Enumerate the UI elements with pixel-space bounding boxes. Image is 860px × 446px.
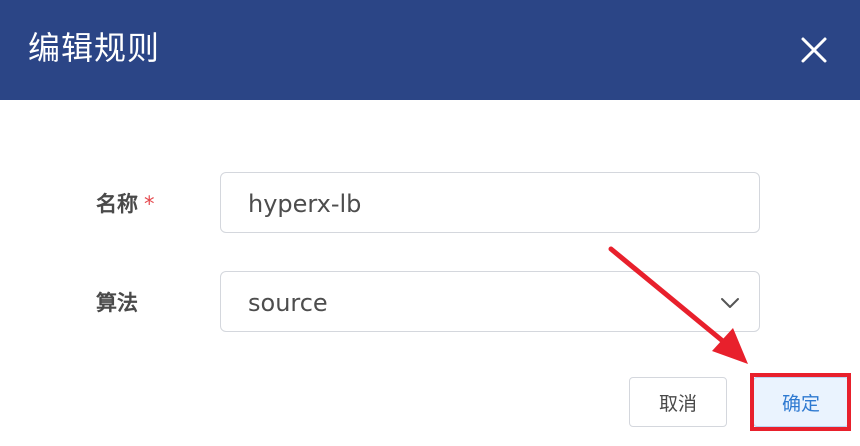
dialog-title: 编辑规则	[28, 29, 161, 67]
algorithm-select-value: source	[248, 289, 328, 317]
confirm-button[interactable]: 确定	[753, 377, 849, 427]
close-button[interactable]	[798, 34, 830, 66]
chevron-down-icon	[721, 298, 739, 308]
name-input[interactable]: hyperx-lb	[220, 172, 760, 233]
dialog-header: 编辑规则	[0, 0, 860, 100]
name-input-value: hyperx-lb	[248, 190, 362, 218]
close-icon	[801, 37, 827, 63]
name-label: 名称 *	[96, 188, 155, 218]
algorithm-select[interactable]: source	[220, 271, 760, 332]
algorithm-label: 算法	[96, 291, 138, 315]
required-mark: *	[144, 192, 155, 216]
name-label-text: 名称	[96, 192, 138, 216]
edit-rule-dialog: 编辑规则 名称 * hyperx-lb 算法 source 取消 确定	[0, 0, 860, 446]
cancel-button[interactable]: 取消	[629, 377, 727, 427]
